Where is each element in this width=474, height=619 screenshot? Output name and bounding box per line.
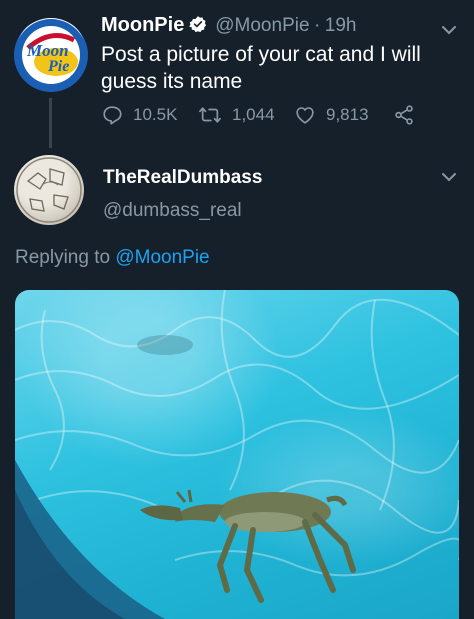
retweet-icon	[199, 107, 221, 123]
replying-to-prefix: Replying to	[15, 247, 111, 268]
pool-deer-photo	[15, 290, 459, 619]
original-display-name[interactable]: MoonPie	[101, 14, 184, 36]
reply-count: 10.5K	[133, 105, 178, 124]
moonpie-logo-text-pie: Pie	[47, 58, 69, 75]
retweet-action[interactable]: 1,044	[198, 104, 275, 126]
original-tweet-text: Post a picture of your cat and I will gu…	[101, 43, 421, 93]
heart-icon	[296, 107, 314, 124]
share-icon	[395, 105, 413, 125]
reply-display-name[interactable]: TheRealDumbass	[103, 167, 262, 189]
water-caustics	[15, 290, 459, 577]
verified-badge-icon	[189, 16, 206, 33]
like-action[interactable]: 9,813	[294, 104, 369, 126]
original-handle[interactable]: @MoonPie	[215, 15, 309, 36]
chevron-down-icon[interactable]	[441, 25, 457, 35]
dumbass-avatar[interactable]	[14, 155, 84, 225]
retweet-count: 1,044	[232, 105, 275, 124]
reply-action[interactable]: 10.5K	[101, 104, 177, 126]
deer-figure	[140, 489, 356, 603]
replying-to-mention[interactable]: @MoonPie	[115, 247, 209, 268]
like-count: 9,813	[326, 105, 369, 124]
original-tweet-header: MoonPie @MoonPie · 19h	[101, 14, 356, 37]
pool-drain-shadow	[137, 335, 193, 355]
tweet-media-image[interactable]	[15, 290, 459, 619]
coin-avatar-icon	[16, 157, 82, 223]
moonpie-logo-icon: Moon Pie	[15, 19, 87, 91]
share-action[interactable]	[393, 104, 425, 126]
original-timestamp[interactable]: 19h	[325, 15, 357, 36]
moonpie-avatar[interactable]: Moon Pie	[14, 18, 88, 92]
reply-handle[interactable]: @dumbass_real	[103, 200, 242, 222]
thread-connector-line	[49, 98, 52, 148]
reply-icon	[103, 106, 122, 125]
tweet-actions-bar: 10.5K 1,044 9,813	[101, 104, 431, 130]
replying-to-line: Replying to @MoonPie	[15, 247, 210, 269]
time-separator: ·	[313, 15, 321, 36]
reply-chevron-down-icon[interactable]	[441, 172, 457, 182]
